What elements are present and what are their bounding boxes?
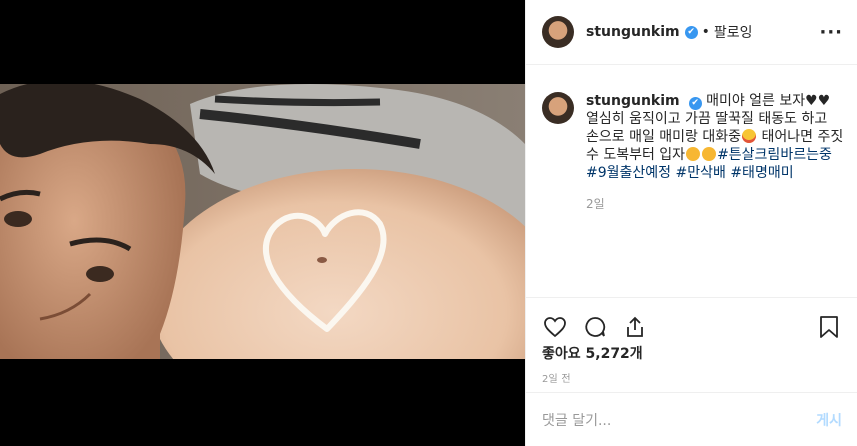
post-caption: stungunkim ✔ 매미야 얼른 보자♥♥ 열심히 움직이고 가끔 딸꾹질 … xyxy=(542,92,844,182)
header-separator: • xyxy=(701,24,710,40)
instagram-post: stungunkim ✔ • 팔로잉 ··· stungunkim ✔ 매미야 얼… xyxy=(0,0,857,446)
kissing-emoji-icon xyxy=(702,147,717,161)
hearts-emoji: ♥♥ xyxy=(805,93,831,109)
hashtag-link[interactable]: #9월출산예정 xyxy=(586,165,671,181)
verified-badge-icon: ✔ xyxy=(684,25,698,39)
comments-section: stungunkim ✔ 매미야 얼른 보자♥♥ 열심히 움직이고 가끔 딸꾹질 … xyxy=(542,65,844,295)
comment-form: 댓글 달기... 게시 xyxy=(526,392,857,446)
hashtag-link[interactable]: #태명매미 xyxy=(730,165,793,181)
likes-label: 좋아요 xyxy=(542,346,581,362)
heart-icon[interactable] xyxy=(542,314,568,340)
caption-avatar[interactable] xyxy=(542,92,574,124)
post-timestamp[interactable]: 2일 전 xyxy=(542,370,571,385)
caption-text-part-1: 매미야 얼른 보자 xyxy=(706,93,806,109)
action-bar xyxy=(526,297,857,345)
kissing-emoji-icon xyxy=(686,147,701,161)
share-icon[interactable] xyxy=(622,314,648,340)
post-photo[interactable] xyxy=(0,84,525,359)
avatar[interactable] xyxy=(542,16,574,48)
likes-count[interactable]: 좋아요 5,272개 xyxy=(542,343,643,363)
likes-number: 5,272개 xyxy=(585,346,643,362)
following-button[interactable]: 팔로잉 xyxy=(714,22,753,42)
heart-eyes-emoji-icon xyxy=(742,129,757,143)
hashtag-link[interactable]: #만삭배 xyxy=(676,165,726,181)
post-header: stungunkim ✔ • 팔로잉 ··· xyxy=(526,0,857,65)
post-side-panel: stungunkim ✔ • 팔로잉 ··· stungunkim ✔ 매미야 얼… xyxy=(525,0,857,446)
header-username[interactable]: stungunkim xyxy=(586,24,680,40)
caption-verified-badge-icon: ✔ xyxy=(688,96,702,110)
bookmark-icon[interactable] xyxy=(816,314,842,340)
post-comment-button[interactable]: 게시 xyxy=(816,410,842,430)
more-options-icon[interactable]: ··· xyxy=(819,22,843,43)
post-media xyxy=(0,0,525,446)
comment-input[interactable]: 댓글 달기... xyxy=(542,410,816,430)
caption-username[interactable]: stungunkim xyxy=(586,93,680,109)
photo-illustration xyxy=(0,84,525,359)
comment-icon[interactable] xyxy=(582,314,608,340)
hashtag-link[interactable]: #튼살크림바르는중 xyxy=(717,147,832,163)
caption-text: stungunkim ✔ 매미야 얼른 보자♥♥ 열심히 움직이고 가끔 딸꾹질 … xyxy=(586,92,844,182)
caption-age[interactable]: 2일 xyxy=(586,195,844,212)
